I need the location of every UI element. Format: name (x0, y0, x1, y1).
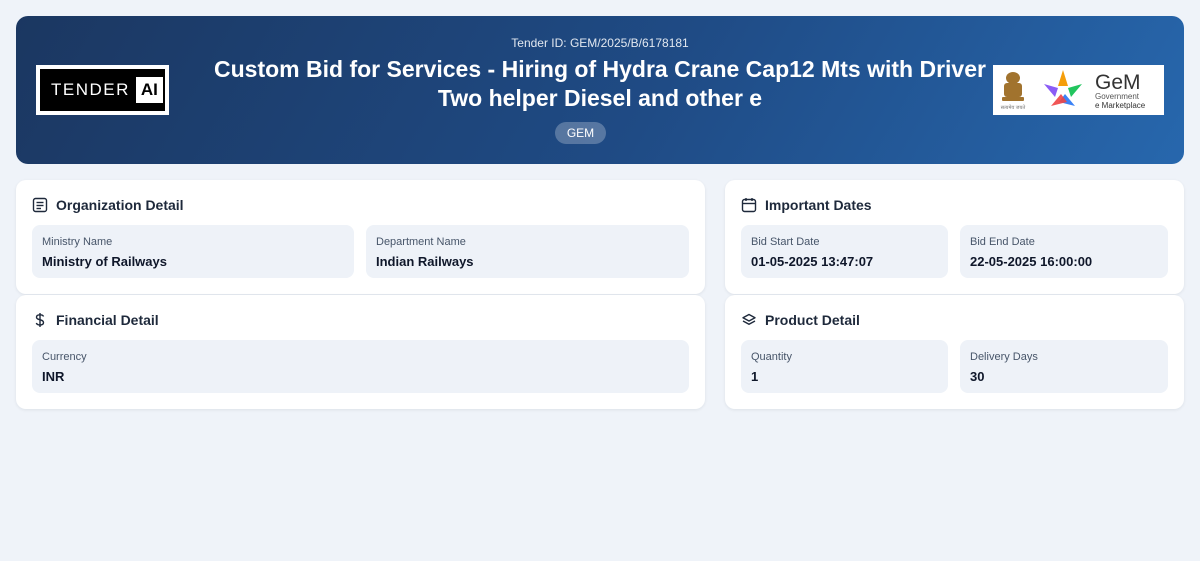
product-detail-card: Product Detail Quantity 1 Delivery Days … (725, 295, 1184, 409)
tender-id: Tender ID: GEM/2025/B/6178181 (511, 36, 689, 50)
svg-text:Government: Government (1095, 92, 1140, 101)
delivery-days-field: Delivery Days 30 (960, 340, 1168, 393)
ministry-name-value: Ministry of Railways (42, 254, 167, 269)
department-name-value: Indian Railways (376, 254, 474, 269)
currency-value: INR (42, 369, 65, 384)
important-dates-header: Important Dates (741, 196, 872, 214)
quantity-label: Quantity (751, 351, 792, 363)
organization-detail-card: Organization Detail Ministry Name Minist… (16, 180, 705, 294)
source-badge: GEM (555, 122, 606, 144)
ministry-name-label: Ministry Name (42, 236, 113, 248)
quantity-value: 1 (751, 369, 759, 384)
product-detail-title: Product Detail (765, 312, 860, 328)
bid-end-date-label: Bid End Date (970, 236, 1035, 248)
calendar-icon (741, 198, 757, 213)
bid-start-date-field: Bid Start Date 01-05-2025 13:47:07 (741, 225, 948, 278)
department-name-field: Department Name Indian Railways (366, 225, 689, 278)
delivery-days-value: 30 (970, 369, 985, 384)
quantity-field: Quantity 1 (741, 340, 948, 393)
dollar-icon (35, 313, 45, 327)
currency-label: Currency (42, 351, 87, 363)
logo-word-ai: AI (135, 77, 163, 103)
organization-detail-header: Organization Detail (32, 196, 184, 214)
gem-logo: सत्यमेव जयते GeM Government e Marketplac… (993, 65, 1164, 115)
tender-header: TENDER AI Tender ID: GEM/2025/B/6178181 … (16, 16, 1184, 164)
delivery-days-label: Delivery Days (970, 351, 1038, 363)
list-icon (32, 197, 48, 213)
product-detail-header: Product Detail (741, 311, 860, 329)
department-name-label: Department Name (376, 236, 466, 248)
svg-text:सत्यमेव जयते: सत्यमेव जयते (1001, 104, 1026, 111)
currency-field: Currency INR (32, 340, 689, 393)
financial-detail-title: Financial Detail (56, 312, 159, 328)
bid-end-date-value: 22-05-2025 16:00:00 (970, 254, 1093, 269)
important-dates-title: Important Dates (765, 197, 872, 213)
organization-detail-title: Organization Detail (56, 197, 184, 213)
important-dates-card: Important Dates Bid Start Date 01-05-202… (725, 180, 1184, 294)
gem-emblem-icon: सत्यमेव जयते GeM Government e Marketplac… (1001, 70, 1146, 111)
logo-word-tender: TENDER (51, 80, 130, 99)
page-title: Custom Bid for Services - Hiring of Hydr… (214, 56, 986, 111)
layers-icon (742, 313, 756, 326)
tender-ai-logo: TENDER AI (36, 65, 169, 115)
financial-detail-card: Financial Detail Currency INR (16, 295, 705, 409)
bid-start-date-label: Bid Start Date (751, 236, 820, 248)
header-center: Tender ID: GEM/2025/B/6178181 Custom Bid… (196, 16, 1004, 164)
financial-detail-header: Financial Detail (32, 311, 159, 329)
bid-start-date-value: 01-05-2025 13:47:07 (751, 254, 874, 269)
svg-text:e Marketplace: e Marketplace (1095, 101, 1146, 110)
ministry-name-field: Ministry Name Ministry of Railways (32, 225, 354, 278)
bid-end-date-field: Bid End Date 22-05-2025 16:00:00 (960, 225, 1168, 278)
svg-text:GeM: GeM (1095, 71, 1141, 94)
